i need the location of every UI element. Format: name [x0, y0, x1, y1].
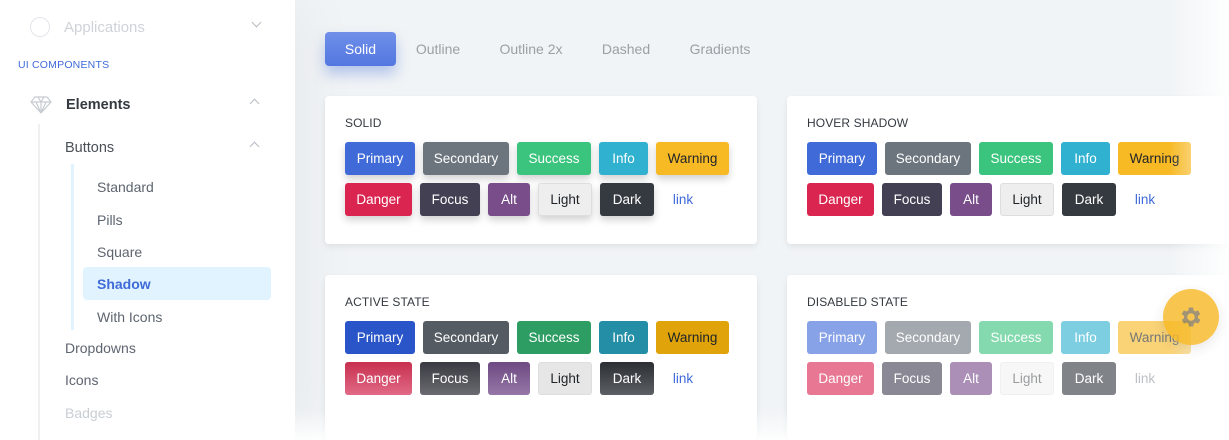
danger-button[interactable]: Danger — [345, 362, 412, 395]
secondary-button[interactable]: Secondary — [885, 142, 971, 175]
secondary-button: Secondary — [885, 321, 971, 354]
dark-button[interactable]: Dark — [1062, 183, 1116, 216]
focus-button[interactable]: Focus — [420, 183, 480, 216]
info-button[interactable]: Info — [1061, 142, 1110, 175]
warning-button[interactable]: Warning — [1118, 142, 1191, 175]
alt-button[interactable]: Alt — [488, 362, 530, 395]
settings-button[interactable] — [1163, 289, 1219, 345]
success-button: Success — [979, 321, 1053, 354]
info-button[interactable]: Info — [599, 142, 648, 175]
info-button[interactable]: Info — [599, 321, 648, 354]
light-button: Light — [1000, 362, 1054, 395]
secondary-button[interactable]: Secondary — [423, 321, 509, 354]
primary-button: Primary — [807, 321, 877, 354]
sidebar-item-standard[interactable]: Standard — [83, 170, 271, 203]
gear-icon — [1181, 307, 1201, 327]
card-title: HOVER SHADOW — [807, 116, 909, 130]
sidebar-item-with-icons[interactable]: With Icons — [83, 300, 271, 333]
nav-item-badges[interactable]: Badges — [65, 405, 112, 421]
chevron-down-icon — [251, 17, 262, 28]
tree-line-active — [71, 164, 74, 330]
chevron-up-icon — [249, 98, 260, 109]
gem-icon — [30, 96, 52, 114]
danger-button[interactable]: Danger — [807, 183, 874, 216]
primary-button[interactable]: Primary — [807, 142, 877, 175]
card-title: SOLID — [345, 116, 382, 130]
section-title-ui-components: UI COMPONENTS — [18, 59, 110, 71]
sidebar-item-shadow[interactable]: Shadow — [83, 267, 271, 300]
nav-item-elements[interactable]: Elements — [30, 94, 270, 116]
danger-button[interactable]: Danger — [345, 183, 412, 216]
warning-button[interactable]: Warning — [656, 321, 729, 354]
nav-item-buttons[interactable]: Buttons — [65, 137, 270, 159]
alt-button: Alt — [950, 362, 992, 395]
dark-button: Dark — [1062, 362, 1116, 395]
danger-button: Danger — [807, 362, 874, 395]
chevron-up-icon — [249, 141, 260, 152]
tree-line — [38, 124, 40, 440]
info-button: Info — [1061, 321, 1110, 354]
tab-outline[interactable]: Outline — [404, 32, 472, 66]
card-solid: SOLID Primary Secondary Success Info War… — [325, 96, 757, 244]
tab-gradients[interactable]: Gradients — [678, 32, 762, 66]
sidebar-item-pills[interactable]: Pills — [83, 203, 271, 236]
tab-dashed[interactable]: Dashed — [590, 32, 662, 66]
focus-button[interactable]: Focus — [420, 362, 480, 395]
link-button[interactable]: link — [662, 362, 704, 395]
success-button[interactable]: Success — [517, 142, 591, 175]
dark-button[interactable]: Dark — [600, 183, 654, 216]
focus-button[interactable]: Focus — [882, 183, 942, 216]
circle-icon — [30, 17, 50, 37]
nav-item-dropdowns[interactable]: Dropdowns — [65, 340, 136, 356]
light-button[interactable]: Light — [1000, 183, 1054, 216]
sidebar-item-square[interactable]: Square — [83, 235, 271, 268]
nav-item-applications[interactable]: Applications — [30, 16, 270, 38]
tab-solid[interactable]: Solid — [325, 32, 396, 66]
secondary-button[interactable]: Secondary — [423, 142, 509, 175]
card-title: DISABLED STATE — [807, 295, 908, 309]
tab-outline-2x[interactable]: Outline 2x — [488, 32, 574, 66]
dark-button[interactable]: Dark — [600, 362, 654, 395]
card-hover-shadow: HOVER SHADOW Primary Secondary Success I… — [787, 96, 1229, 244]
nav-item-icons[interactable]: Icons — [65, 372, 98, 388]
link-button[interactable]: link — [1124, 183, 1166, 216]
success-button[interactable]: Success — [517, 321, 591, 354]
link-button[interactable]: link — [662, 183, 704, 216]
success-button[interactable]: Success — [979, 142, 1053, 175]
link-button: link — [1134, 371, 1156, 386]
light-button[interactable]: Light — [538, 183, 592, 216]
focus-button: Focus — [882, 362, 942, 395]
nav-label-buttons: Buttons — [65, 140, 115, 156]
light-button[interactable]: Light — [538, 362, 592, 395]
nav-label-applications: Applications — [64, 18, 145, 36]
card-disabled-state: DISABLED STATE Primary Secondary Success… — [787, 275, 1229, 440]
alt-button[interactable]: Alt — [950, 183, 992, 216]
warning-button[interactable]: Warning — [656, 142, 729, 175]
nav-label-elements: Elements — [66, 97, 131, 113]
alt-button[interactable]: Alt — [488, 183, 530, 216]
sidebar: Applications UI COMPONENTS Elements Butt… — [0, 0, 295, 440]
card-active-state: ACTIVE STATE Primary Secondary Success I… — [325, 275, 757, 440]
primary-button[interactable]: Primary — [345, 142, 415, 175]
card-title: ACTIVE STATE — [345, 295, 430, 309]
primary-button[interactable]: Primary — [345, 321, 415, 354]
